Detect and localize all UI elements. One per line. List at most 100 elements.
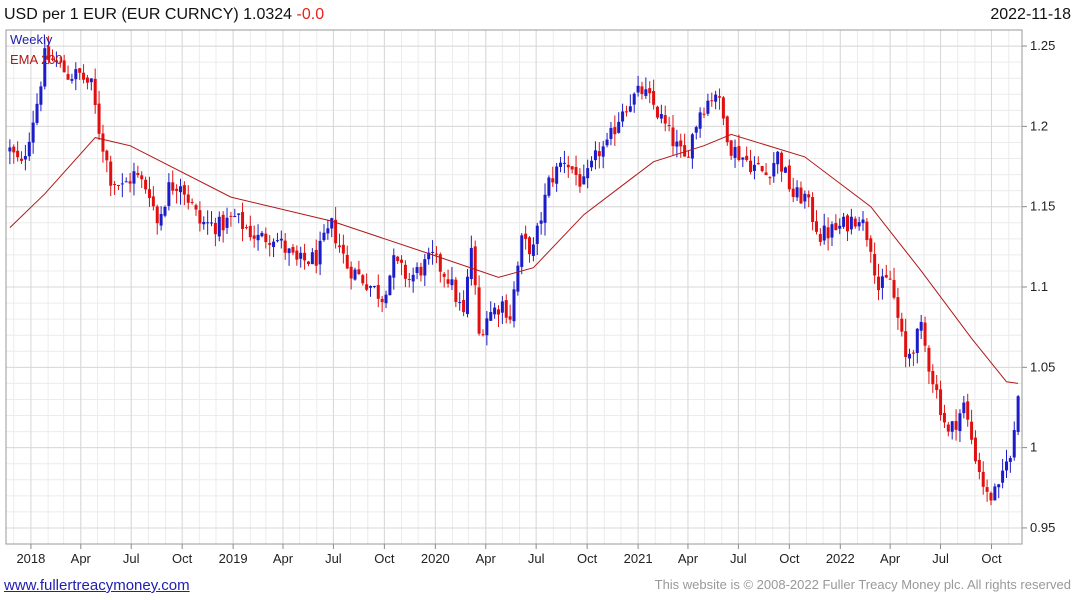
candle-body — [496, 309, 500, 315]
candle-body — [101, 133, 105, 152]
candle-body — [799, 187, 803, 204]
candle-body — [423, 259, 427, 276]
candle-body — [411, 274, 415, 282]
candle-body — [163, 206, 167, 216]
y-tick-label: 1.05 — [1030, 359, 1055, 374]
website-link[interactable]: www.fullertreacymoney.com — [4, 577, 190, 594]
candle-body — [690, 134, 694, 159]
candle-body — [795, 187, 799, 198]
candle-body — [384, 294, 388, 304]
candle-body — [535, 225, 539, 244]
candle-body — [291, 247, 295, 253]
candle-body — [1001, 470, 1005, 483]
candle-body — [787, 165, 791, 190]
candle-body — [144, 179, 148, 190]
legend-label: EMA 200 — [10, 52, 63, 67]
candle-body — [27, 141, 31, 157]
candle-body — [776, 151, 780, 165]
candle-body — [1012, 430, 1016, 458]
candle-body — [140, 175, 144, 180]
candle-body — [489, 312, 493, 321]
candle-body — [993, 486, 997, 501]
candle-body — [326, 228, 330, 234]
candle-body — [190, 201, 194, 203]
candle-body — [23, 156, 27, 160]
candle-body — [803, 193, 807, 202]
x-tick-label: Jul — [730, 551, 747, 566]
candle-body — [337, 245, 341, 248]
candle-body — [725, 116, 729, 143]
candle-body — [942, 412, 946, 423]
candle-body — [818, 234, 822, 242]
candle-body — [783, 167, 787, 173]
candle-body — [241, 211, 245, 229]
x-tick-label: Oct — [374, 551, 395, 566]
candle-body — [981, 471, 985, 487]
candle-body — [85, 77, 89, 83]
candle-body — [547, 177, 551, 196]
candle-body — [256, 234, 260, 241]
candle-body — [590, 160, 594, 168]
candle-body — [252, 235, 256, 239]
candle-body — [814, 221, 818, 232]
candle-body — [151, 196, 155, 207]
candle-body — [911, 352, 915, 354]
candle-body — [741, 157, 745, 160]
candle-body — [764, 172, 768, 176]
candle-body — [954, 421, 958, 430]
candle-body — [225, 217, 229, 228]
candle-body — [392, 255, 396, 278]
x-tick-label: Jul — [325, 551, 342, 566]
candle-body — [644, 89, 648, 96]
candle-body — [811, 197, 815, 222]
candle-body — [504, 300, 508, 318]
candle-body — [687, 156, 691, 158]
candle-body — [663, 115, 667, 124]
candle-body — [702, 113, 706, 115]
x-tick-label: 2020 — [421, 551, 450, 566]
candle-body — [915, 328, 919, 353]
candle-body — [31, 122, 35, 143]
candle-body — [462, 300, 466, 313]
candle-body — [322, 232, 326, 241]
candle-body — [939, 389, 943, 415]
candle-body — [683, 145, 687, 157]
candle-body — [570, 166, 574, 170]
candle-body — [469, 247, 473, 280]
candle-body — [299, 252, 303, 259]
candle-body — [997, 484, 1001, 488]
candle-body — [62, 60, 66, 73]
candle-body — [82, 72, 86, 80]
candle-body — [35, 103, 39, 123]
ema-200-line — [9, 133, 1019, 384]
candle-body — [400, 259, 404, 263]
candle-body — [838, 225, 842, 229]
x-tick-label: 2019 — [219, 551, 248, 566]
x-tick-label: 2021 — [624, 551, 653, 566]
candle-body — [485, 318, 489, 336]
candle-body — [66, 74, 70, 80]
candle-body — [908, 353, 912, 359]
candle-body — [628, 106, 632, 112]
candle-body — [962, 402, 966, 414]
candle-body — [772, 163, 776, 177]
candle-body — [749, 160, 753, 173]
candle-body — [756, 162, 760, 165]
candle-body — [950, 421, 954, 432]
candle-body — [869, 238, 873, 252]
candle-body — [873, 254, 877, 276]
candle-body — [640, 86, 644, 95]
x-tick-label: Oct — [779, 551, 800, 566]
candle-body — [605, 139, 609, 146]
candle-body — [458, 302, 462, 304]
candle-body — [737, 146, 741, 161]
candle-body — [272, 241, 276, 248]
candle-body — [559, 162, 563, 167]
candle-body — [303, 252, 307, 261]
x-tick-label: Apr — [71, 551, 92, 566]
candle-body — [884, 274, 888, 278]
candle-body — [760, 166, 764, 172]
candle-body — [531, 244, 535, 256]
candle-body — [721, 97, 725, 119]
candle-body — [745, 155, 749, 160]
